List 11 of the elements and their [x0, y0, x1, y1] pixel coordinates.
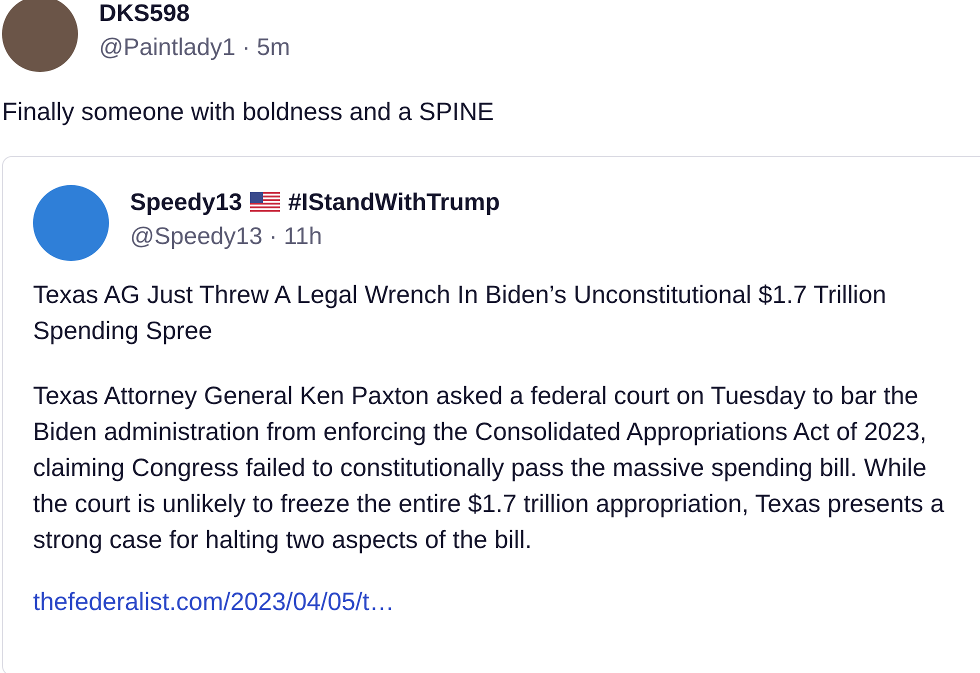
article-title: Texas AG Just Threw A Legal Wrench In Biden’s Unconstitutional $1.7 Trillion Spending Spree — [33, 280, 888, 347]
post-text: Finally someone with boldness and a SPINE — [2, 97, 495, 128]
author-tag: #IStandWithTrump — [288, 189, 500, 217]
author-name[interactable]: Speedy13 — [130, 189, 242, 217]
article-link[interactable]: thefederalist.com/2023/04/05/t… — [33, 588, 953, 617]
flag-icon — [250, 192, 280, 214]
author-name[interactable]: DKS598 — [99, 0, 290, 28]
article-text: Texas Attorney General Ken Paxton asked a federal court on Tuesday to bar the Biden administration from enforcing the Consolidated Appropriations Act of 2023, claiming Congress failed to constitutionally pass the massive spending bill. While the court is unlikely to freeze the entire $1.7 trillion appropriation, Texas presents a strong case for halting two aspects of the bill. — [33, 381, 946, 556]
handle-and-time: @Paintlady1 · 5m — [99, 34, 290, 62]
quoted-post-card[interactable] — [2, 156, 980, 673]
handle-and-time: @Speedy13 · 11h — [130, 223, 324, 251]
